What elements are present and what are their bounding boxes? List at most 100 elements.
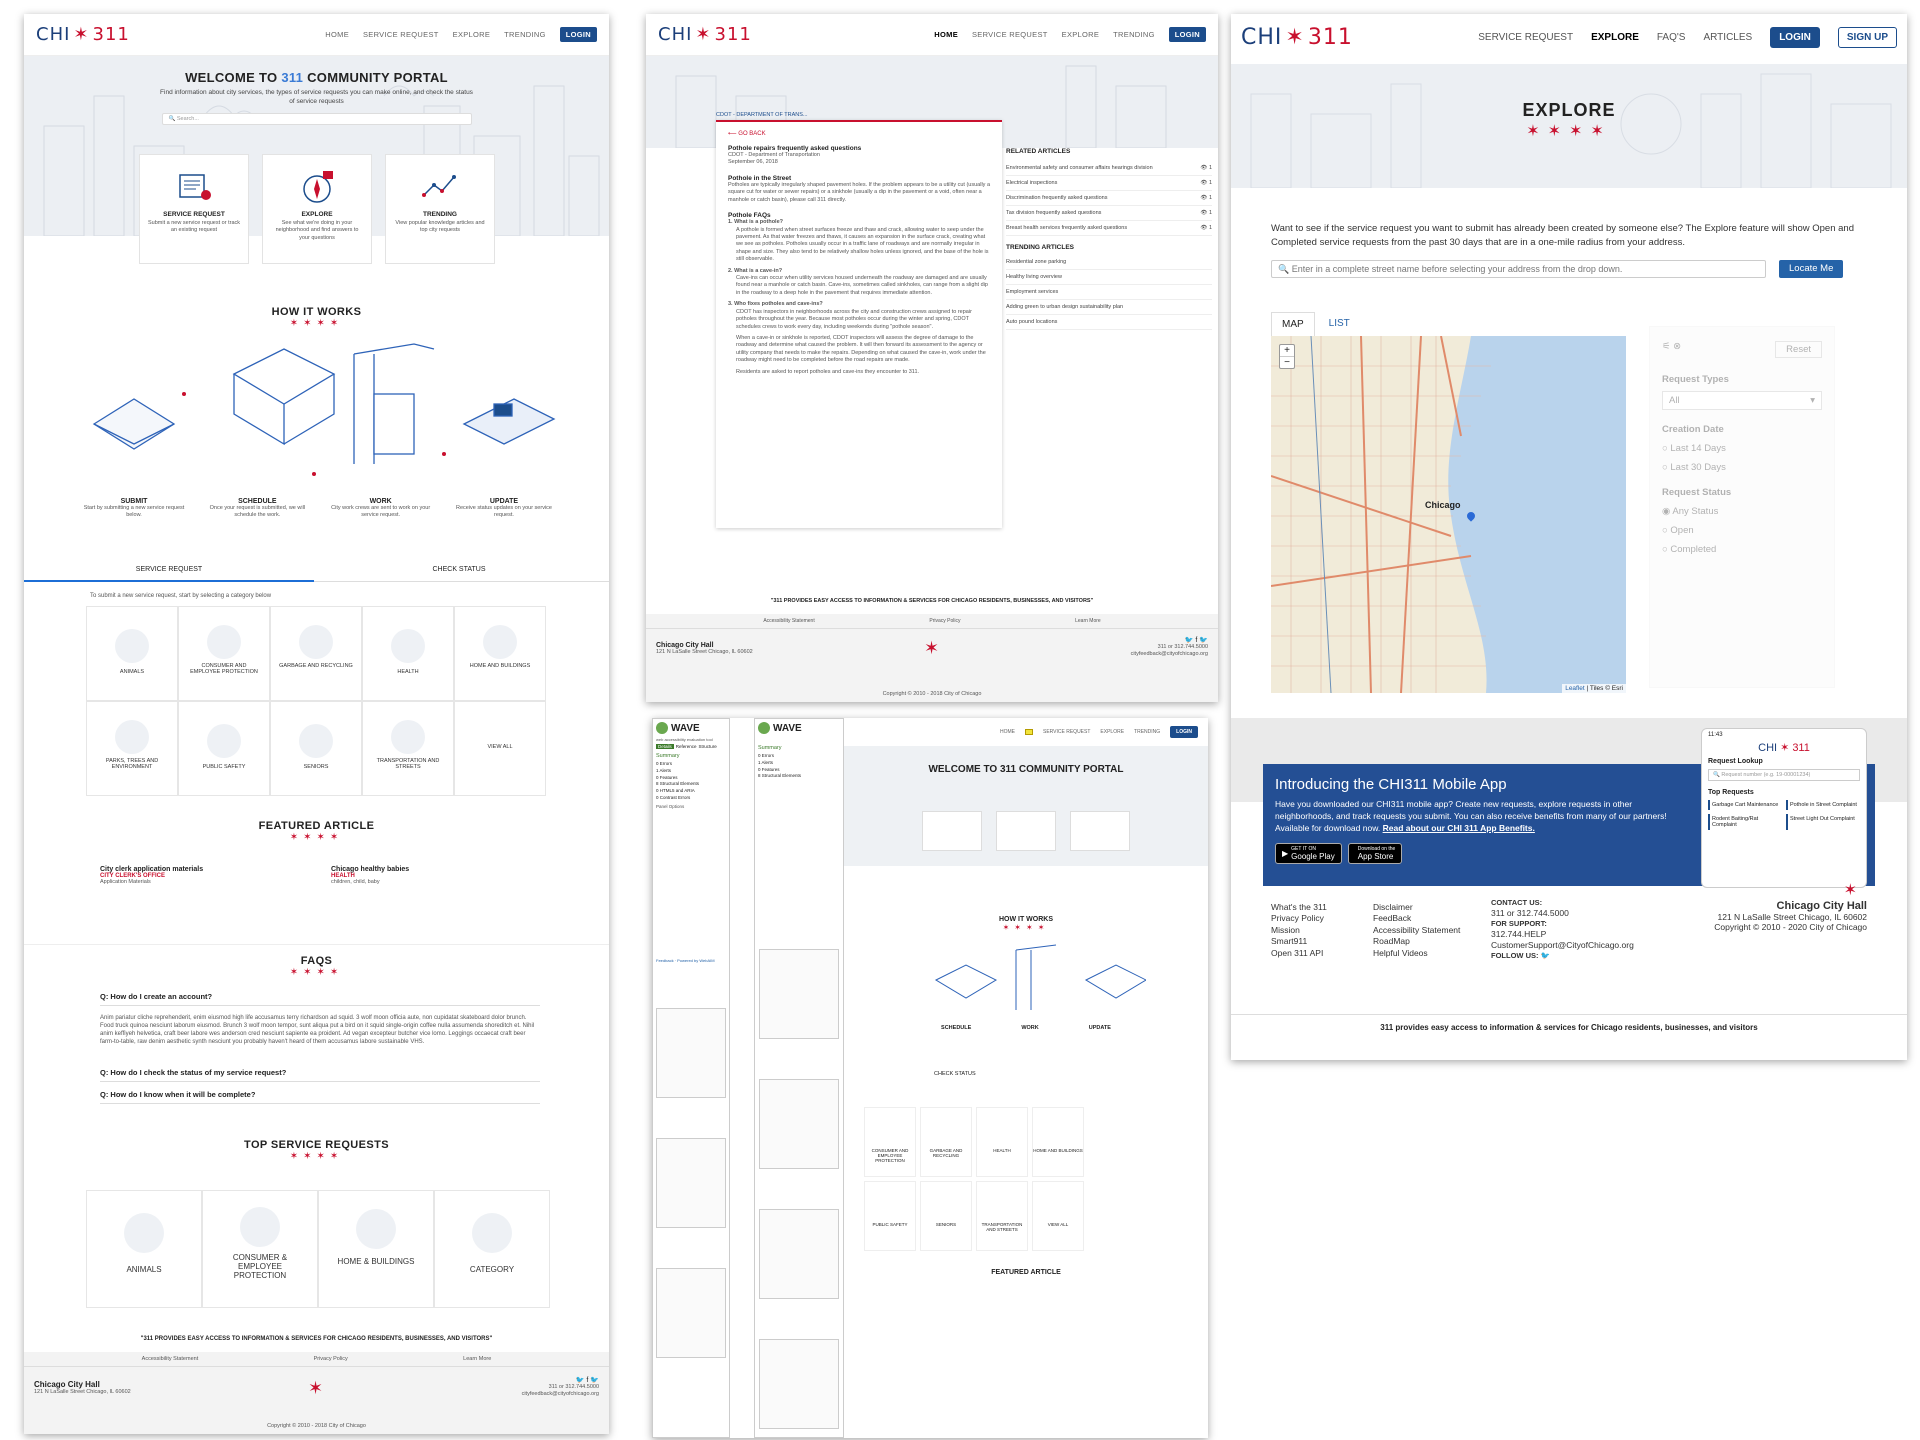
wave-summary-item[interactable]: 1 Alerts [656, 768, 726, 775]
tab-list[interactable]: LIST [1315, 312, 1364, 336]
back-link[interactable]: ⟵ GO BACK [728, 130, 990, 137]
category-health[interactable]: HEALTH [362, 606, 454, 701]
footer-link[interactable]: Learn More [463, 1356, 491, 1362]
phone-top-item[interactable]: Garbage Cart Maintenance [1708, 800, 1782, 810]
featured-article-1[interactable]: City clerk application materials CITY CL… [100, 866, 300, 886]
wave-category[interactable]: GARBAGE AND RECYCLING [920, 1107, 972, 1177]
nav-home[interactable]: HOME [325, 30, 349, 39]
faq-question[interactable]: Q: How do I check the status of my servi… [100, 1064, 540, 1083]
footer-link[interactable]: Disclaimer [1373, 902, 1460, 913]
phone-top-item[interactable]: Pothole in Street Complaint [1786, 800, 1860, 810]
category-home[interactable]: HOME AND BUILDINGS [454, 606, 546, 701]
category-garbage[interactable]: GARBAGE AND RECYCLING [270, 606, 362, 701]
top-request-home[interactable]: HOME & BUILDINGS [318, 1190, 434, 1308]
app-benefits-link[interactable]: Read about our CHI 311 App Benefits. [1383, 823, 1535, 833]
explore-map[interactable]: + − Chicago Leaflet | Tiles © Esri [1271, 336, 1626, 693]
locate-me-button[interactable]: Locate Me [1779, 260, 1844, 278]
category-consumer[interactable]: CONSUMER AND EMPLOYEE PROTECTION [178, 606, 270, 701]
trending-article[interactable]: Adding green to urban design sustainabil… [1006, 300, 1212, 315]
trending-article[interactable]: Auto pound locations [1006, 315, 1212, 330]
card-trending[interactable]: TRENDING View popular knowledge articles… [385, 154, 495, 264]
nav-service-request[interactable]: SERVICE REQUEST [1043, 729, 1090, 735]
google-play-badge[interactable]: ▶ GET IT ON Google Play [1275, 842, 1342, 864]
wave-summary-item[interactable]: 0 Features [656, 775, 726, 782]
home-logo[interactable]: CHI ✶ 311 [36, 24, 130, 45]
phone-top-item[interactable]: Street Light Out Complaint [1786, 814, 1860, 830]
top-request-category[interactable]: CATEGORY [434, 1190, 550, 1308]
footer-link[interactable]: RoadMap [1373, 936, 1460, 947]
nav-service-request[interactable]: SERVICE REQUEST [363, 30, 439, 39]
request-type-select[interactable]: All ▾ [1662, 391, 1822, 410]
footer-link[interactable]: Helpful Videos [1373, 948, 1460, 959]
wave-tab[interactable]: Structure [699, 744, 717, 749]
social-icons[interactable]: 🐦 f 🐦 [522, 1376, 599, 1384]
wave-category[interactable]: CONSUMER AND EMPLOYEE PROTECTION [864, 1107, 916, 1177]
breadcrumb[interactable]: CDOT - DEPARTMENT OF TRANS... [716, 112, 807, 118]
explore-logo[interactable]: CHI ✶ 311 [1241, 25, 1353, 50]
wave-category[interactable]: VIEW ALL [1032, 1181, 1084, 1251]
footer-link[interactable]: Privacy Policy [1271, 913, 1327, 924]
footer-link[interactable]: Accessibility Statement [142, 1356, 199, 1362]
radio-open[interactable]: ○ Open [1662, 525, 1822, 536]
article-logo[interactable]: CHI ✶ 311 [658, 24, 752, 45]
social-icons[interactable]: 🐦 f 🐦 [1131, 636, 1208, 644]
wave-check-status[interactable]: CHECK STATUS [844, 1071, 1208, 1077]
signup-button[interactable]: SIGN UP [1837, 26, 1897, 48]
radio-last-30[interactable]: ○ Last 30 Days [1662, 462, 1822, 473]
faq-question[interactable]: Q: How do I create an account? [100, 988, 540, 1006]
top-request-consumer[interactable]: CONSUMER & EMPLOYEE PROTECTION [202, 1190, 318, 1308]
nav-home[interactable]: HOME [934, 30, 958, 39]
faq-question[interactable]: Q: How do I know when it will be complet… [100, 1086, 540, 1105]
wave-summary-item[interactable]: 0 Errors [758, 753, 840, 760]
footer-link[interactable]: Open 311 API [1271, 948, 1327, 959]
nav-trending[interactable]: TRENDING [1113, 30, 1155, 39]
footer-link[interactable]: FeedBack [1373, 913, 1460, 924]
nav-explore[interactable]: EXPLORE [453, 30, 491, 39]
related-article[interactable]: Breast health services frequently asked … [1006, 221, 1212, 236]
nav-faqs[interactable]: FAQ'S [1657, 32, 1686, 43]
wave-summary-item[interactable]: 0 Features [758, 767, 840, 774]
related-article[interactable]: Electrical inspections 👁 1 [1006, 176, 1212, 191]
filter-sliders-icon[interactable]: ⚟ ⊗ [1662, 341, 1681, 358]
footer-link[interactable]: Accessibility Statement [1373, 925, 1460, 936]
wave-card[interactable] [996, 811, 1056, 851]
footer-link[interactable]: Learn More [1075, 618, 1101, 624]
nav-trending[interactable]: TRENDING [1134, 729, 1160, 735]
footer-link[interactable]: What's the 311 [1271, 902, 1327, 913]
nav-explore[interactable]: EXPLORE [1062, 30, 1100, 39]
trending-article[interactable]: Employment services [1006, 285, 1212, 300]
footer-link[interactable]: Smart911 [1271, 936, 1327, 947]
footer-link[interactable]: Mission [1271, 925, 1327, 936]
category-public-safety[interactable]: PUBLIC SAFETY [178, 701, 270, 796]
radio-completed[interactable]: ○ Completed [1662, 544, 1822, 555]
login-button[interactable]: LOGIN [1168, 27, 1206, 42]
wave-summary-item[interactable]: 1 Alerts [758, 760, 840, 767]
footer-link[interactable]: Privacy Policy [929, 618, 960, 624]
related-article[interactable]: Environmental safety and consumer affair… [1006, 161, 1212, 176]
top-request-animals[interactable]: ANIMALS [86, 1190, 202, 1308]
category-parks[interactable]: PARKS, TREES AND ENVIRONMENT [86, 701, 178, 796]
category-view-all[interactable]: VIEW ALL [454, 701, 546, 796]
zoom-in-button[interactable]: + [1280, 345, 1294, 357]
featured-article-2[interactable]: Chicago healthy babies HEALTH children, … [331, 866, 531, 886]
leaflet-link[interactable]: Leaflet [1565, 685, 1585, 692]
nav-home[interactable]: HOME [1000, 729, 1015, 735]
category-seniors[interactable]: SENIORS [270, 701, 362, 796]
wave-tab[interactable]: Reference [676, 744, 697, 749]
app-store-badge[interactable]: Download on the App Store [1347, 842, 1403, 864]
zoom-out-button[interactable]: − [1280, 357, 1294, 368]
tab-service-request[interactable]: SERVICE REQUEST [24, 566, 314, 573]
support-email[interactable]: CustomerSupport@CityofChicago.org [1491, 940, 1634, 951]
card-explore[interactable]: EXPLORE See what we're doing in your nei… [262, 154, 372, 264]
category-transportation[interactable]: TRANSPORTATION AND STREETS [362, 701, 454, 796]
wave-summary-item[interactable]: 0 Errors [656, 761, 726, 768]
wave-summary-item[interactable]: 0 HTML5 and ARIA [656, 788, 726, 795]
twitter-icon[interactable]: 🐦 [1541, 951, 1550, 960]
footer-link[interactable]: Accessibility Statement [763, 618, 814, 624]
related-article[interactable]: Discrimination frequently asked question… [1006, 191, 1212, 206]
nav-trending[interactable]: TRENDING [504, 30, 546, 39]
reset-button[interactable]: Reset [1775, 341, 1822, 358]
wave-category[interactable]: TRANSPORTATION AND STREETS [976, 1181, 1028, 1251]
nav-explore[interactable]: EXPLORE [1591, 32, 1639, 43]
nav-service-request[interactable]: SERVICE REQUEST [972, 30, 1048, 39]
